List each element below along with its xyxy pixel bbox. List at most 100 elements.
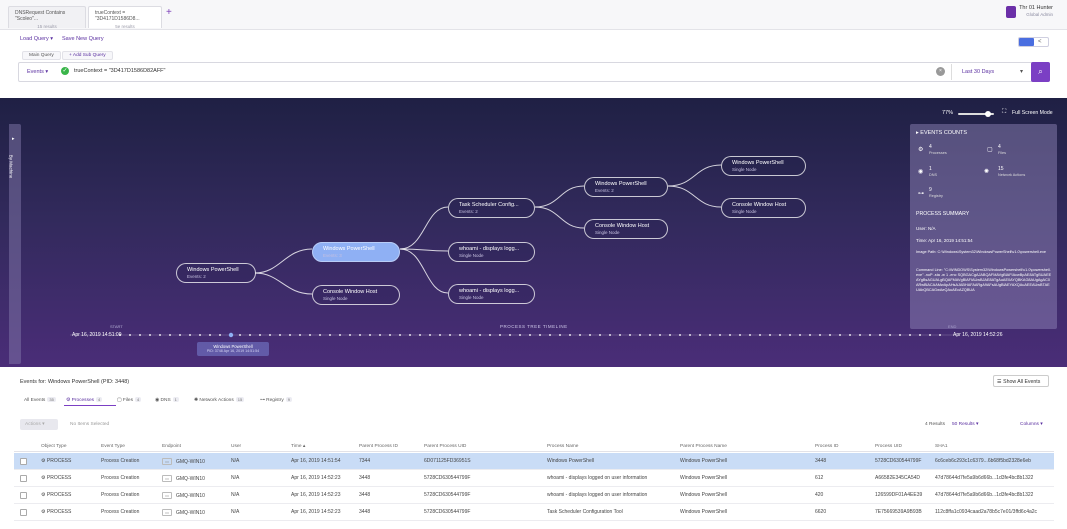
load-query-button[interactable]: Load Query ▾ [20,36,53,42]
grid-view-icon[interactable] [1019,38,1034,46]
table-cell: 112c8ffa1c0934caad2a78b5c7e01/3ffd6c4a2c [935,509,1038,515]
per-page-label: 50 Results [952,422,975,427]
table-cell: Process Creation [101,475,140,481]
tree-node[interactable]: Task Scheduler Config... Events: 2 [448,198,535,218]
query-tab-1[interactable]: DNSRequest Contains "Scoleo"... 15 resul… [8,6,86,29]
filter-tab-processes[interactable]: ⚙ Processes 4 [66,397,103,403]
endpoint-text[interactable]: GMQ-WIN10 [176,459,205,465]
endpoint-text[interactable]: GMQ-WIN10 [176,493,205,499]
table-cell: Windows PowerShell [680,509,727,515]
query-tab-subtitle: 5e results [115,24,135,29]
col-header[interactable]: Event Type [101,444,125,449]
filter-label: Registry [266,398,284,403]
col-header[interactable]: Time ▴ [291,444,305,449]
row-checkbox[interactable] [20,475,27,482]
tree-node-selected[interactable]: Windows PowerShell Events: 3 [312,242,400,262]
col-header[interactable]: Process Name [547,444,578,449]
table-row[interactable]: ⚙ PROCESS Process Creation ▭ GMQ-WIN10 N/A Ap… [14,487,1054,504]
time-range-select[interactable]: Last 30 Days ▾ [951,64,1029,80]
query-tab-2[interactable]: trueContext = "3D4171D1586D8... 5e resul… [88,6,162,29]
columns-select[interactable]: Columns ▾ [1020,422,1043,427]
col-header[interactable]: SHA1 [935,444,948,449]
share-icon[interactable]: < [1038,38,1048,46]
filter-count: 9 [285,397,292,402]
filter-count: 4 [135,397,142,402]
show-all-events-label: Show All Events [1003,379,1041,385]
user-info[interactable]: Thr 01 Hunter Global Admin [1019,5,1053,17]
zoom-slider[interactable] [958,111,994,117]
col-header[interactable]: Object Type [41,444,67,449]
fullscreen-icon[interactable]: ⛶ [1002,109,1006,116]
col-header[interactable]: Process UID [875,444,902,449]
node-title: whoami - displays logg... [459,288,520,294]
show-all-events-button[interactable]: ☰ Show All Events [993,375,1049,387]
filter-label: Processes [71,398,95,403]
list-icon: ☰ [997,379,1002,385]
view-toggle[interactable]: < [1018,37,1049,47]
summary-command-line: Command Line: "C:\WINDOWS\System32\Windo… [916,268,1052,292]
tree-node[interactable]: Console Window Host Single Node [312,285,400,305]
main-query-tab[interactable]: Main Query [22,51,61,60]
filter-count: 4 [96,397,103,402]
fullscreen-button[interactable]: Full Screen Mode [1012,110,1053,116]
add-tab-icon[interactable]: + [166,8,176,18]
timeline-start-time: Apr 16, 2019 14:51:09 [72,332,122,338]
filter-tab-registry[interactable]: ⊶ Registry 9 [260,397,292,403]
query-input[interactable]: trueContext = "3D417D1586D82AFF" [74,68,166,74]
tree-node[interactable]: Console Window Host Single Node [721,198,806,218]
table-row[interactable]: ⚙ PROCESS Process Creation ▭ GMQ-WIN10 N/A Ap… [14,470,1054,487]
col-header[interactable]: Process ID [815,444,838,449]
by-machine-tab[interactable]: ▸ By Machine [8,124,21,364]
col-header[interactable]: Endpoint [162,444,181,449]
endpoint-text[interactable]: GMQ-WIN10 [176,476,205,482]
col-header[interactable]: Parent Process UID [424,444,466,449]
search-button[interactable]: ⌕ [1031,62,1050,82]
events-counts-panel: ▸ EVENTS COUNTS ⚙ 4 Processes ▢ 4 Files … [910,124,1057,329]
tree-node[interactable]: Windows PowerShell Single Node [721,156,806,176]
row-checkbox[interactable] [20,492,27,499]
process-summary-title: PROCESS SUMMARY [916,211,970,217]
object-type-text: PROCESS [46,492,72,498]
tree-node[interactable]: whoami - displays logg... Single Node [448,284,535,304]
count-network: 15 [998,166,1004,172]
expand-icon: ▸ [12,136,15,142]
tree-node[interactable]: Windows PowerShell Events: 2 [176,263,256,283]
table-cell: whoami - displays logged on user informa… [547,475,648,481]
actions-button[interactable]: Actions ▾ [20,419,58,430]
count-registry: 9 [929,187,932,193]
results-per-page-select[interactable]: 50 Results ▾ [952,422,978,427]
save-query-button[interactable]: Save New Query [62,36,104,42]
process-tree-canvas[interactable]: 77% ⛶ Full Screen Mode Windows PowerShel… [0,98,1067,367]
tree-node[interactable]: Console Window Host Single Node [584,219,668,239]
clear-icon[interactable]: × [936,67,945,76]
zoom-slider-handle[interactable] [985,111,991,117]
col-header[interactable]: Parent Process ID [359,444,398,449]
table-row[interactable]: ⚙ PROCESS Process Creation ▭ GMQ-WIN10 N/A Ap… [14,453,1054,470]
col-header[interactable]: User [231,444,241,449]
count-processes: 4 [929,144,932,150]
node-subtitle: Single Node [459,295,484,300]
row-checkbox[interactable] [20,509,27,516]
filter-tab-dns[interactable]: ◉ DNS 1 [155,397,179,403]
filter-tab-all[interactable]: All Events 35 [24,397,56,403]
tree-node[interactable]: whoami - displays logg... Single Node [448,242,535,262]
count-processes-label: Processes [929,151,947,155]
scope-select[interactable]: Events ▾ [27,69,48,75]
filter-tab-files[interactable]: ▢ Files 4 [117,397,142,403]
timeline-marker-sub: PID: 3748 Apr 16, 2019 14:51:54 [206,349,260,353]
user-avatar-icon[interactable] [1006,6,1016,18]
sort-asc-icon: ▴ [302,444,306,449]
endpoint-text[interactable]: GMQ-WIN10 [176,510,205,516]
node-subtitle: Events: 2 [187,274,206,279]
table-cell: Apr 16, 2019 14:52:23 [291,509,341,515]
tree-node[interactable]: Windows PowerShell Events: 2 [584,177,668,197]
node-title: Windows PowerShell [595,181,647,187]
col-header[interactable]: Parent Process Name [680,444,727,449]
add-subquery-button[interactable]: + Add Sub Query [62,51,113,60]
filter-tab-network[interactable]: ✺ Network Actions 15 [194,397,245,403]
table-cell: ⚙ PROCESS [41,509,71,515]
row-checkbox[interactable] [20,458,27,465]
timeline-start-label: START [110,324,123,329]
table-cell: Process Creation [101,458,140,464]
table-row[interactable]: ⚙ PROCESS Process Creation ▭ GMQ-WIN10 N/A Ap… [14,504,1054,521]
